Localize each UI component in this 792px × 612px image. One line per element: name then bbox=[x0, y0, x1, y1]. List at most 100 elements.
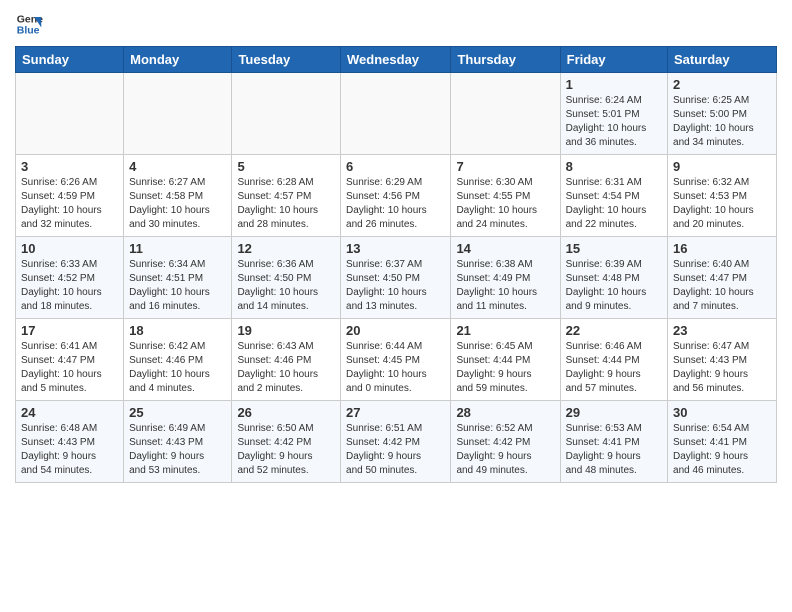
calendar-body: 1Sunrise: 6:24 AM Sunset: 5:01 PM Daylig… bbox=[16, 73, 777, 483]
calendar-cell: 18 Sunrise: 6:42 AM Sunset: 4:46 PM Dayli… bbox=[124, 319, 232, 401]
calendar-header: SundayMondayTuesdayWednesdayThursdayFrid… bbox=[16, 47, 777, 73]
day-number: 19 bbox=[237, 323, 335, 338]
weekday-header: Wednesday bbox=[341, 47, 451, 73]
calendar-cell: 15 Sunrise: 6:39 AM Sunset: 4:48 PM Dayli… bbox=[560, 237, 667, 319]
day-number: 22 bbox=[566, 323, 662, 338]
calendar-cell bbox=[232, 73, 341, 155]
calendar-cell bbox=[124, 73, 232, 155]
calendar-cell bbox=[16, 73, 124, 155]
weekday-header: Saturday bbox=[668, 47, 777, 73]
day-number: 5 bbox=[237, 159, 335, 174]
calendar-cell: 26 Sunrise: 6:50 AM Sunset: 4:42 PM Dayli… bbox=[232, 401, 341, 483]
day-number: 29 bbox=[566, 405, 662, 420]
calendar-cell: 6 Sunrise: 6:29 AM Sunset: 4:56 PM Daylig… bbox=[341, 155, 451, 237]
day-number: 20 bbox=[346, 323, 445, 338]
day-info: Sunrise: 6:48 AM Sunset: 4:43 PM Dayligh… bbox=[21, 422, 118, 478]
day-number: 23 bbox=[673, 323, 771, 338]
weekday-header: Tuesday bbox=[232, 47, 341, 73]
day-info: Sunrise: 6:30 AM Sunset: 4:55 PM Dayligh… bbox=[456, 176, 554, 232]
day-info: Sunrise: 6:27 AM Sunset: 4:58 PM Dayligh… bbox=[129, 176, 226, 232]
day-info: Sunrise: 6:25 AM Sunset: 5:00 PM Dayligh… bbox=[673, 94, 771, 150]
day-info: Sunrise: 6:49 AM Sunset: 4:43 PM Dayligh… bbox=[129, 422, 226, 478]
day-number: 25 bbox=[129, 405, 226, 420]
day-info: Sunrise: 6:40 AM Sunset: 4:47 PM Dayligh… bbox=[673, 258, 771, 314]
day-number: 30 bbox=[673, 405, 771, 420]
calendar-week: 24 Sunrise: 6:48 AM Sunset: 4:43 PM Dayli… bbox=[16, 401, 777, 483]
calendar-week: 1Sunrise: 6:24 AM Sunset: 5:01 PM Daylig… bbox=[16, 73, 777, 155]
weekday-header: Sunday bbox=[16, 47, 124, 73]
day-info: Sunrise: 6:24 AM Sunset: 5:01 PM Dayligh… bbox=[566, 94, 662, 150]
day-number: 6 bbox=[346, 159, 445, 174]
day-number: 14 bbox=[456, 241, 554, 256]
day-number: 28 bbox=[456, 405, 554, 420]
calendar-cell: 17Sunrise: 6:41 AM Sunset: 4:47 PM Dayli… bbox=[16, 319, 124, 401]
day-info: Sunrise: 6:34 AM Sunset: 4:51 PM Dayligh… bbox=[129, 258, 226, 314]
calendar-cell: 12Sunrise: 6:36 AM Sunset: 4:50 PM Dayli… bbox=[232, 237, 341, 319]
day-number: 16 bbox=[673, 241, 771, 256]
day-info: Sunrise: 6:31 AM Sunset: 4:54 PM Dayligh… bbox=[566, 176, 662, 232]
weekday-header: Monday bbox=[124, 47, 232, 73]
day-info: Sunrise: 6:28 AM Sunset: 4:57 PM Dayligh… bbox=[237, 176, 335, 232]
day-info: Sunrise: 6:54 AM Sunset: 4:41 PM Dayligh… bbox=[673, 422, 771, 478]
calendar-cell bbox=[451, 73, 560, 155]
day-info: Sunrise: 6:43 AM Sunset: 4:46 PM Dayligh… bbox=[237, 340, 335, 396]
calendar-cell: 4 Sunrise: 6:27 AM Sunset: 4:58 PM Daylig… bbox=[124, 155, 232, 237]
day-number: 7 bbox=[456, 159, 554, 174]
day-info: Sunrise: 6:51 AM Sunset: 4:42 PM Dayligh… bbox=[346, 422, 445, 478]
day-number: 13 bbox=[346, 241, 445, 256]
weekday-header: Friday bbox=[560, 47, 667, 73]
day-info: Sunrise: 6:45 AM Sunset: 4:44 PM Dayligh… bbox=[456, 340, 554, 396]
logo-icon: General Blue bbox=[15, 10, 43, 38]
day-number: 15 bbox=[566, 241, 662, 256]
day-info: Sunrise: 6:26 AM Sunset: 4:59 PM Dayligh… bbox=[21, 176, 118, 232]
calendar-cell: 20 Sunrise: 6:44 AM Sunset: 4:45 PM Dayli… bbox=[341, 319, 451, 401]
day-number: 11 bbox=[129, 241, 226, 256]
logo: General Blue bbox=[15, 10, 43, 38]
day-number: 12 bbox=[237, 241, 335, 256]
day-number: 26 bbox=[237, 405, 335, 420]
calendar-cell: 9Sunrise: 6:32 AM Sunset: 4:53 PM Daylig… bbox=[668, 155, 777, 237]
calendar-cell: 22 Sunrise: 6:46 AM Sunset: 4:44 PM Dayli… bbox=[560, 319, 667, 401]
calendar-cell: 11 Sunrise: 6:34 AM Sunset: 4:51 PM Dayli… bbox=[124, 237, 232, 319]
day-number: 24 bbox=[21, 405, 118, 420]
day-info: Sunrise: 6:44 AM Sunset: 4:45 PM Dayligh… bbox=[346, 340, 445, 396]
calendar-cell: 8 Sunrise: 6:31 AM Sunset: 4:54 PM Daylig… bbox=[560, 155, 667, 237]
day-number: 18 bbox=[129, 323, 226, 338]
day-number: 8 bbox=[566, 159, 662, 174]
calendar-cell: 16 Sunrise: 6:40 AM Sunset: 4:47 PM Dayli… bbox=[668, 237, 777, 319]
calendar-cell: 21 Sunrise: 6:45 AM Sunset: 4:44 PM Dayli… bbox=[451, 319, 560, 401]
day-info: Sunrise: 6:39 AM Sunset: 4:48 PM Dayligh… bbox=[566, 258, 662, 314]
day-info: Sunrise: 6:50 AM Sunset: 4:42 PM Dayligh… bbox=[237, 422, 335, 478]
day-info: Sunrise: 6:29 AM Sunset: 4:56 PM Dayligh… bbox=[346, 176, 445, 232]
calendar-cell: 5 Sunrise: 6:28 AM Sunset: 4:57 PM Daylig… bbox=[232, 155, 341, 237]
calendar-cell: 24 Sunrise: 6:48 AM Sunset: 4:43 PM Dayli… bbox=[16, 401, 124, 483]
calendar-cell: 1Sunrise: 6:24 AM Sunset: 5:01 PM Daylig… bbox=[560, 73, 667, 155]
day-number: 4 bbox=[129, 159, 226, 174]
day-info: Sunrise: 6:52 AM Sunset: 4:42 PM Dayligh… bbox=[456, 422, 554, 478]
header: General Blue bbox=[15, 10, 777, 38]
day-number: 17 bbox=[21, 323, 118, 338]
day-number: 2 bbox=[673, 77, 771, 92]
calendar-cell: 14 Sunrise: 6:38 AM Sunset: 4:49 PM Dayli… bbox=[451, 237, 560, 319]
day-info: Sunrise: 6:37 AM Sunset: 4:50 PM Dayligh… bbox=[346, 258, 445, 314]
day-info: Sunrise: 6:32 AM Sunset: 4:53 PM Dayligh… bbox=[673, 176, 771, 232]
day-info: Sunrise: 6:53 AM Sunset: 4:41 PM Dayligh… bbox=[566, 422, 662, 478]
day-number: 21 bbox=[456, 323, 554, 338]
calendar-week: 3Sunrise: 6:26 AM Sunset: 4:59 PM Daylig… bbox=[16, 155, 777, 237]
day-info: Sunrise: 6:42 AM Sunset: 4:46 PM Dayligh… bbox=[129, 340, 226, 396]
calendar-cell: 30 Sunrise: 6:54 AM Sunset: 4:41 PM Dayli… bbox=[668, 401, 777, 483]
calendar-cell: 27Sunrise: 6:51 AM Sunset: 4:42 PM Dayli… bbox=[341, 401, 451, 483]
day-info: Sunrise: 6:47 AM Sunset: 4:43 PM Dayligh… bbox=[673, 340, 771, 396]
day-number: 10 bbox=[21, 241, 118, 256]
header-row: SundayMondayTuesdayWednesdayThursdayFrid… bbox=[16, 47, 777, 73]
calendar-cell: 10 Sunrise: 6:33 AM Sunset: 4:52 PM Dayli… bbox=[16, 237, 124, 319]
calendar-cell: 13 Sunrise: 6:37 AM Sunset: 4:50 PM Dayli… bbox=[341, 237, 451, 319]
calendar-cell: 2 Sunrise: 6:25 AM Sunset: 5:00 PM Daylig… bbox=[668, 73, 777, 155]
calendar-cell: 19 Sunrise: 6:43 AM Sunset: 4:46 PM Dayli… bbox=[232, 319, 341, 401]
day-info: Sunrise: 6:33 AM Sunset: 4:52 PM Dayligh… bbox=[21, 258, 118, 314]
svg-text:Blue: Blue bbox=[17, 25, 40, 37]
page: General Blue SundayMondayTuesdayWednesda… bbox=[0, 0, 792, 498]
day-info: Sunrise: 6:46 AM Sunset: 4:44 PM Dayligh… bbox=[566, 340, 662, 396]
day-info: Sunrise: 6:38 AM Sunset: 4:49 PM Dayligh… bbox=[456, 258, 554, 314]
calendar-cell: 7 Sunrise: 6:30 AM Sunset: 4:55 PM Daylig… bbox=[451, 155, 560, 237]
